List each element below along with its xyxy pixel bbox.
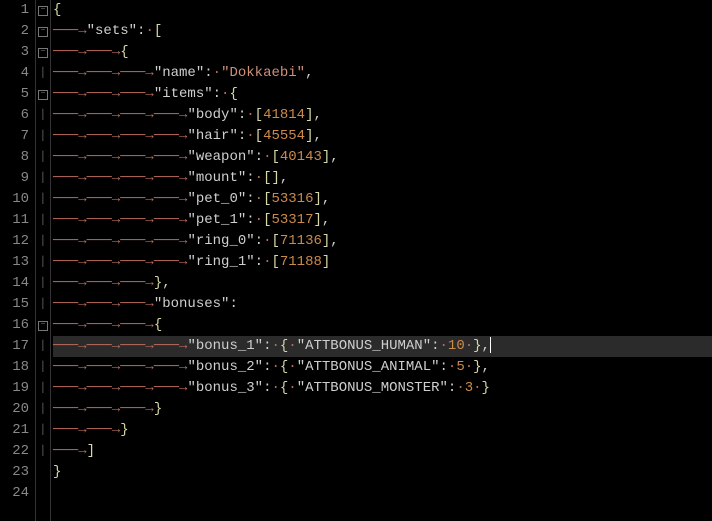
line-number: 5 [0, 84, 29, 105]
fold-toggle[interactable]: − [36, 42, 50, 63]
fold-guide: │ [36, 231, 50, 252]
line-number: 7 [0, 126, 29, 147]
code-line[interactable]: ───→───→───→───→"bonus_3":·{·"ATTBONUS_M… [53, 378, 712, 399]
line-number: 13 [0, 252, 29, 273]
line-number: 18 [0, 357, 29, 378]
code-line[interactable]: ───→"sets":·[ [53, 21, 712, 42]
fold-toggle[interactable]: − [36, 84, 50, 105]
code-line[interactable]: ───→───→───→───→"body":·[41814], [53, 105, 712, 126]
text-cursor [490, 337, 491, 353]
line-number: 24 [0, 483, 29, 504]
code-line[interactable]: ───→───→───→} [53, 399, 712, 420]
fold-toggle[interactable]: − [36, 21, 50, 42]
code-line[interactable]: ───→───→───→───→"pet_1":·[53317], [53, 210, 712, 231]
code-line[interactable]: ───→───→───→───→"bonus_2":·{·"ATTBONUS_A… [53, 357, 712, 378]
line-number: 6 [0, 105, 29, 126]
fold-guide [36, 483, 50, 504]
fold-guide: │ [36, 147, 50, 168]
fold-gutter: − − − │ − │ │ │ │ │ │ │ │ │ │ − │ │ │ │ … [36, 0, 51, 521]
code-line[interactable]: ───→───→───→───→"pet_0":·[53316], [53, 189, 712, 210]
line-number-gutter: 1 2 3 4 5 6 7 8 9 10 11 12 13 14 15 16 1… [0, 0, 36, 521]
line-number: 3 [0, 42, 29, 63]
line-number: 16 [0, 315, 29, 336]
code-line[interactable]: ───→───→───→}, [53, 273, 712, 294]
code-line[interactable]: ───→───→{ [53, 42, 712, 63]
line-number: 23 [0, 462, 29, 483]
fold-guide: │ [36, 294, 50, 315]
line-number: 2 [0, 21, 29, 42]
fold-guide: │ [36, 63, 50, 84]
line-number: 9 [0, 168, 29, 189]
fold-guide: │ [36, 189, 50, 210]
code-area[interactable]: { ───→"sets":·[ ───→───→{ ───→───→───→"n… [51, 0, 712, 521]
code-line[interactable]: ───→───→───→"name":·"Dokkaebi", [53, 63, 712, 84]
fold-guide: │ [36, 441, 50, 462]
code-line[interactable]: ───→───→───→{ [53, 315, 712, 336]
code-line[interactable]: ───→───→───→───→"weapon":·[40143], [53, 147, 712, 168]
line-number: 21 [0, 420, 29, 441]
code-line[interactable]: ───→───→} [53, 420, 712, 441]
fold-guide: │ [36, 105, 50, 126]
code-line-current[interactable]: ───→───→───→───→"bonus_1":·{·"ATTBONUS_H… [53, 336, 712, 357]
fold-guide: │ [36, 378, 50, 399]
line-number: 19 [0, 378, 29, 399]
code-line[interactable]: ───→───→───→───→"ring_1":·[71188] [53, 252, 712, 273]
line-number: 4 [0, 63, 29, 84]
code-line[interactable]: ───→───→───→"items":·{ [53, 84, 712, 105]
line-number: 22 [0, 441, 29, 462]
code-line[interactable]: ───→───→───→───→"ring_0":·[71136], [53, 231, 712, 252]
code-line[interactable]: ───→───→───→───→"mount":·[], [53, 168, 712, 189]
code-line[interactable]: { [53, 0, 712, 21]
line-number: 10 [0, 189, 29, 210]
fold-guide: │ [36, 273, 50, 294]
fold-guide: │ [36, 210, 50, 231]
line-number: 15 [0, 294, 29, 315]
line-number: 14 [0, 273, 29, 294]
line-number: 8 [0, 147, 29, 168]
line-number: 20 [0, 399, 29, 420]
code-line[interactable]: ───→───→───→───→"hair":·[45554], [53, 126, 712, 147]
line-number: 1 [0, 0, 29, 21]
line-number: 12 [0, 231, 29, 252]
fold-guide [36, 462, 50, 483]
fold-toggle[interactable]: − [36, 0, 50, 21]
line-number: 17 [0, 336, 29, 357]
fold-guide: │ [36, 336, 50, 357]
fold-guide: │ [36, 399, 50, 420]
fold-guide: │ [36, 420, 50, 441]
code-editor[interactable]: 1 2 3 4 5 6 7 8 9 10 11 12 13 14 15 16 1… [0, 0, 712, 521]
fold-toggle[interactable]: − [36, 315, 50, 336]
code-line[interactable]: ───→] [53, 441, 712, 462]
fold-guide: │ [36, 126, 50, 147]
fold-guide: │ [36, 168, 50, 189]
line-number: 11 [0, 210, 29, 231]
fold-guide: │ [36, 357, 50, 378]
code-line[interactable]: } [53, 462, 712, 483]
code-line[interactable]: ───→───→───→"bonuses": [53, 294, 712, 315]
fold-guide: │ [36, 252, 50, 273]
code-line[interactable] [53, 483, 712, 504]
